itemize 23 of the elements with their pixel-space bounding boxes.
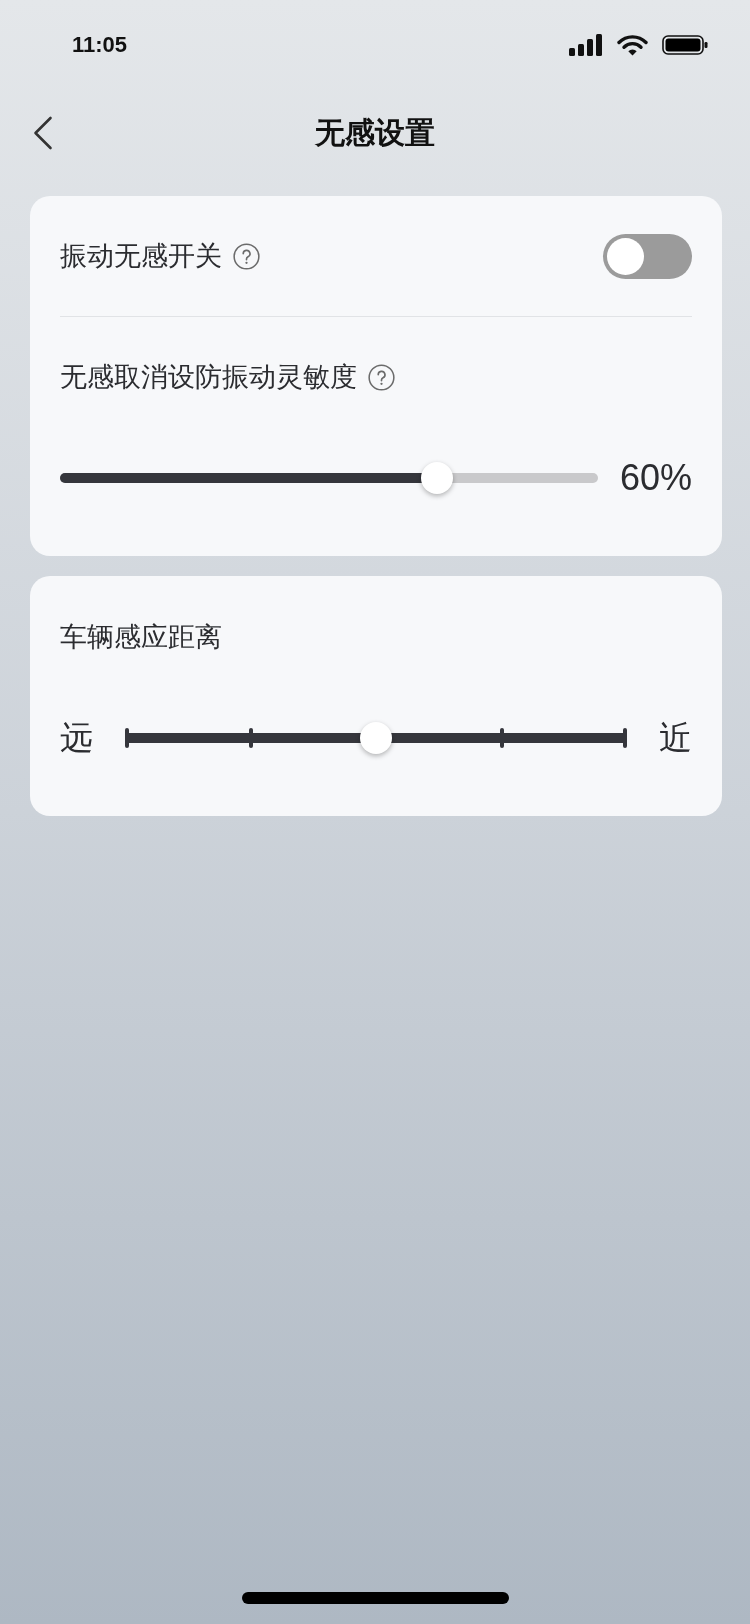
toggle-switch[interactable] bbox=[603, 233, 692, 279]
slider-thumb[interactable] bbox=[360, 722, 392, 754]
setting-label: 无感取消设防振动灵敏度 bbox=[60, 361, 357, 393]
slider-tick-icon bbox=[248, 728, 253, 748]
wifi-icon bbox=[617, 34, 648, 56]
slider-value: 60% bbox=[619, 458, 692, 498]
help-icon[interactable] bbox=[368, 363, 395, 391]
scale-min-label: 远 bbox=[60, 718, 93, 758]
signal-icon bbox=[569, 34, 603, 56]
slider-tick-icon bbox=[125, 728, 129, 748]
slider-thumb[interactable] bbox=[420, 462, 453, 494]
distance-slider[interactable] bbox=[125, 722, 627, 754]
page-title: 无感设置 bbox=[315, 115, 435, 151]
slider-tick-icon bbox=[623, 728, 627, 748]
slider-tick-icon bbox=[499, 728, 504, 748]
help-icon[interactable] bbox=[233, 242, 260, 270]
scale-max-label: 近 bbox=[659, 718, 692, 758]
status-time: 11:05 bbox=[72, 34, 128, 56]
battery-icon bbox=[662, 35, 708, 55]
slider-track[interactable] bbox=[60, 462, 598, 494]
setting-label: 振动无感开关 bbox=[60, 240, 222, 272]
setting-label: 车辆感应距离 bbox=[60, 621, 222, 653]
back-icon[interactable] bbox=[33, 116, 53, 150]
